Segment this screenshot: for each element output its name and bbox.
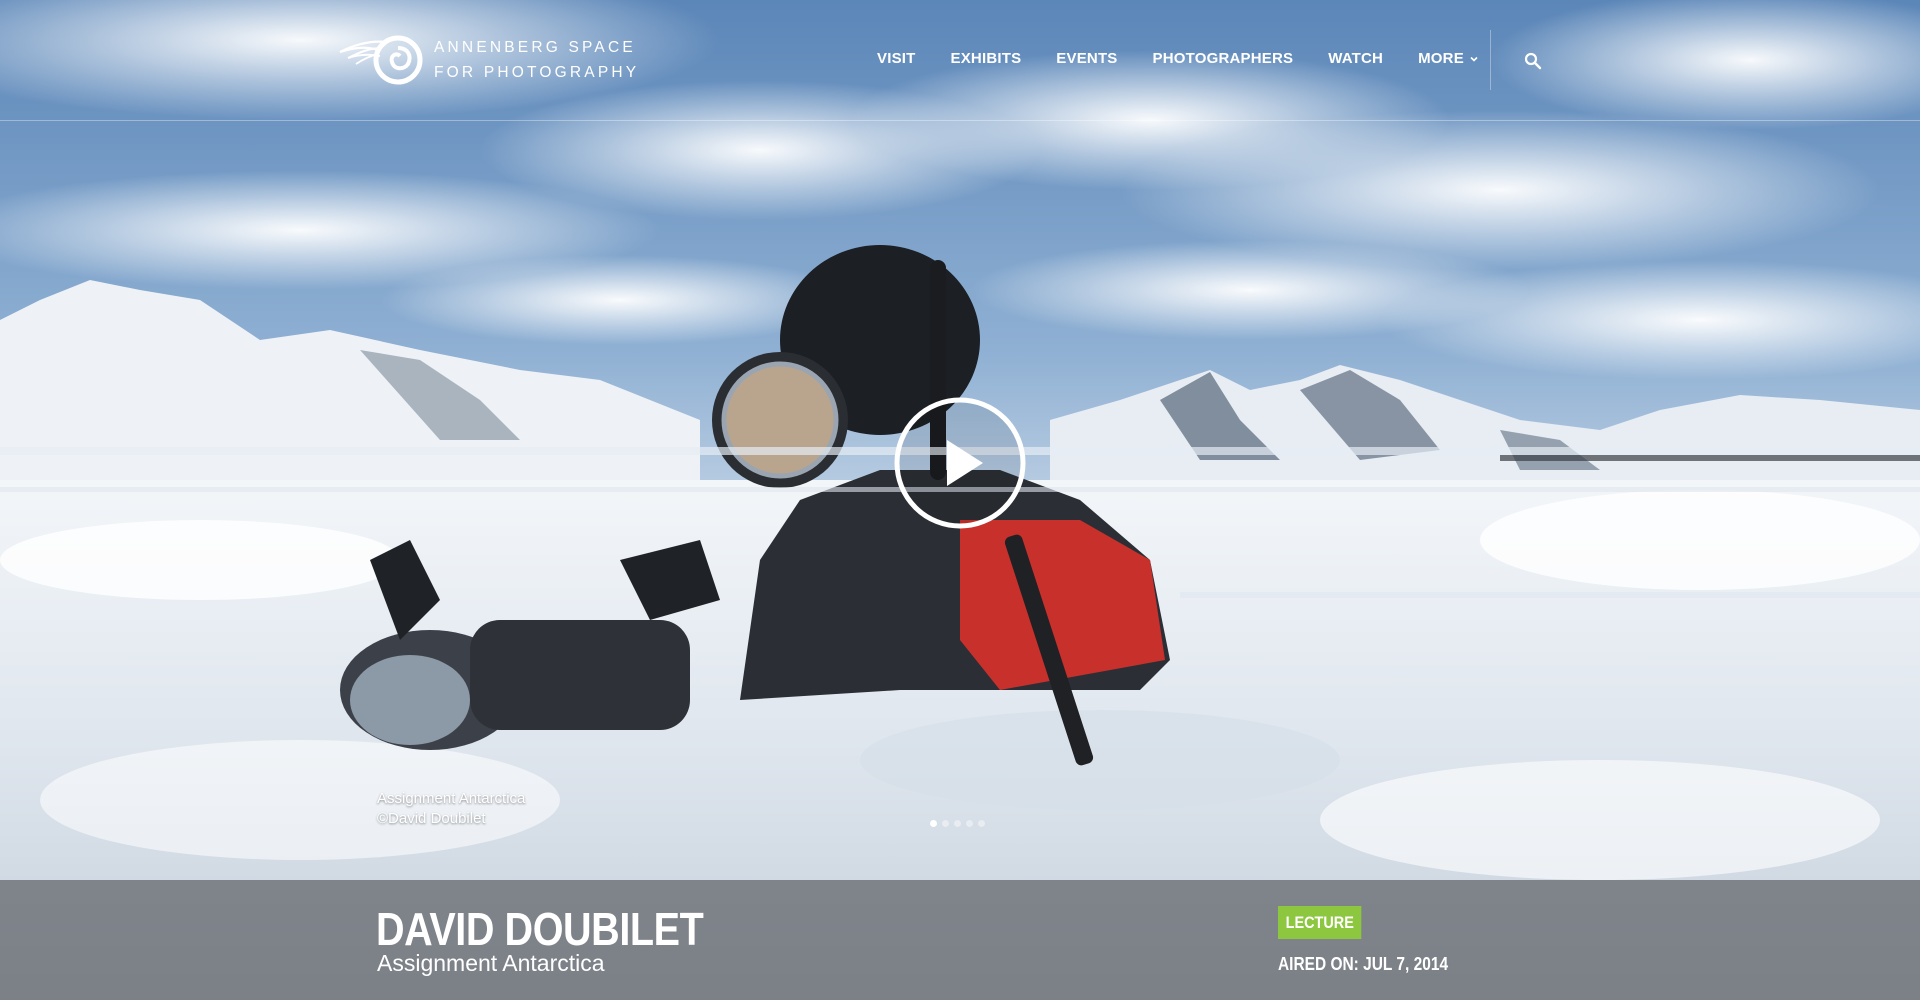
caption-title: Assignment Antarctica — [377, 790, 526, 807]
photo-caption: Assignment Antarctica ©David Doubilet — [377, 789, 525, 829]
event-type-badge: LECTURE — [1278, 906, 1362, 939]
slide-dot[interactable] — [942, 820, 949, 827]
nav-item-watch[interactable]: WATCH — [1328, 50, 1383, 67]
logo-line-2: FOR PHOTOGRAPHY — [434, 64, 640, 81]
slide-dot[interactable] — [954, 820, 961, 827]
slide-dot[interactable] — [966, 820, 973, 827]
chevron-down-icon — [1470, 56, 1478, 62]
site-header: ANNENBERG SPACE FOR PHOTOGRAPHY VISIT EX… — [0, 0, 1920, 121]
logo-text: ANNENBERG SPACE FOR PHOTOGRAPHY — [434, 35, 639, 85]
nav-item-more-label: MORE — [1418, 50, 1464, 67]
play-icon[interactable] — [891, 394, 1029, 532]
nav-item-photographers[interactable]: PHOTOGRAPHERS — [1153, 50, 1294, 67]
slide-dot[interactable] — [930, 820, 937, 827]
nav-item-more[interactable]: MORE — [1418, 50, 1478, 67]
event-title: DAVID DOUBILET — [376, 903, 704, 955]
caption-credit: ©David Doubilet — [377, 810, 486, 827]
nav-item-exhibits[interactable]: EXHIBITS — [951, 50, 1022, 67]
logo-swirl-icon — [339, 35, 423, 85]
nav-divider — [1490, 30, 1491, 90]
slide-dots — [930, 820, 985, 827]
slide-dot[interactable] — [978, 820, 985, 827]
search-icon[interactable] — [1524, 52, 1542, 70]
event-info-bar — [0, 880, 1920, 1000]
event-subtitle: Assignment Antarctica — [377, 950, 605, 976]
logo-line-1: ANNENBERG SPACE — [434, 39, 636, 56]
nav-item-visit[interactable]: VISIT — [877, 50, 916, 67]
nav-item-events[interactable]: EVENTS — [1056, 50, 1117, 67]
aired-date: AIRED ON: JUL 7, 2014 — [1278, 954, 1449, 974]
main-nav: VISIT EXHIBITS EVENTS PHOTOGRAPHERS WATC… — [877, 50, 1478, 67]
site-logo[interactable]: ANNENBERG SPACE FOR PHOTOGRAPHY — [338, 34, 639, 86]
